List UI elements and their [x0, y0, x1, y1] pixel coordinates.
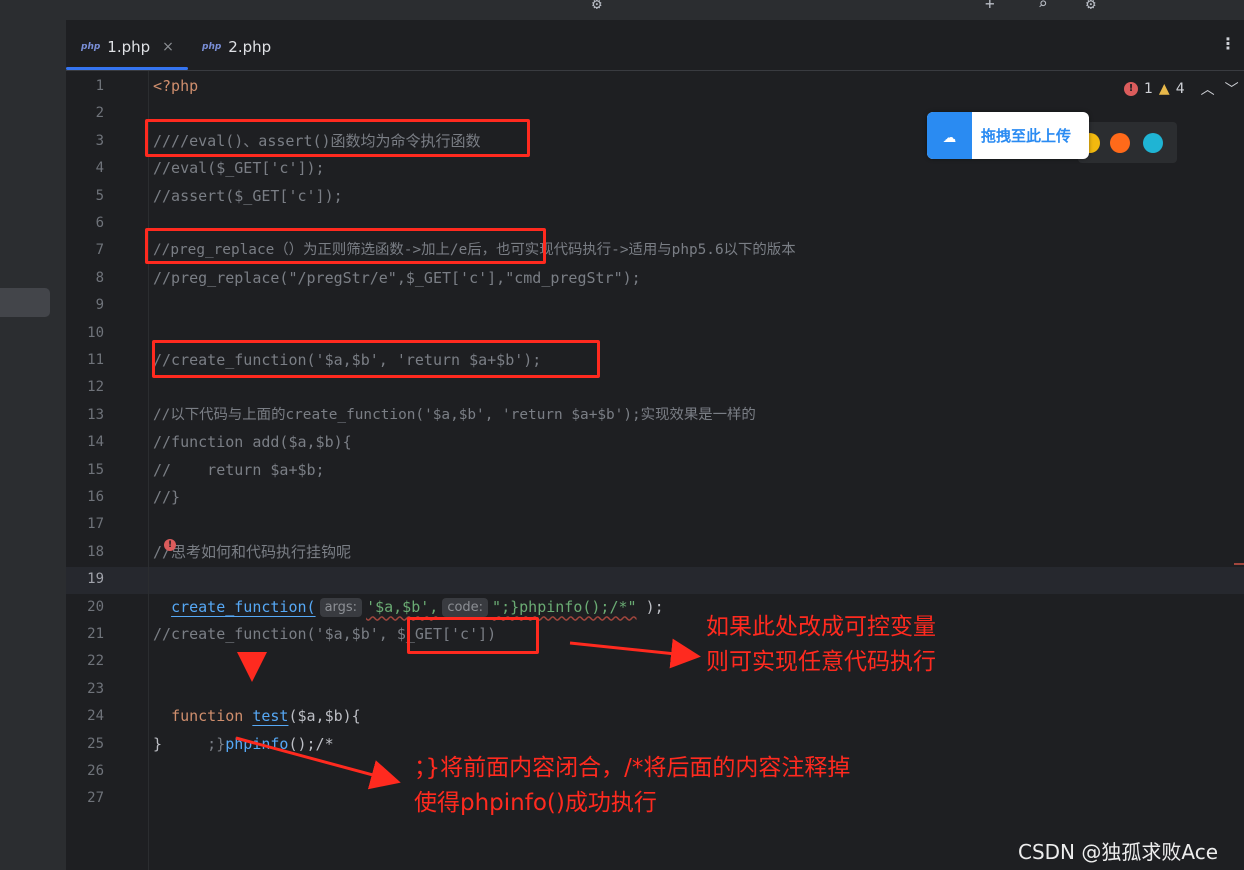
edge-icon[interactable]	[1143, 133, 1163, 153]
firefox-icon[interactable]	[1110, 133, 1130, 153]
upload-label: 拖拽至此上传	[981, 127, 1072, 145]
arrow-to-annotation-2	[235, 736, 401, 790]
drag-upload-widget[interactable]: ☁ 拖拽至此上传	[927, 112, 1089, 159]
annotation-1-line-2: 则可实现任意代码执行	[706, 649, 936, 675]
annotation-2-line-1: ；}将前面内容闭合，/*将后面的内容注释掉	[414, 755, 851, 781]
annotation-2-line-2: 使得phpinfo()成功执行	[414, 790, 657, 816]
browser-preview-bar	[1078, 122, 1177, 163]
cloud-upload-icon: ☁	[927, 112, 972, 159]
arrow-to-annotation-1	[569, 638, 701, 669]
annotation-1-line-1: 如果此处改成可控变量	[706, 614, 936, 640]
watermark: CSDN @独孤求败Ace	[1018, 840, 1219, 864]
